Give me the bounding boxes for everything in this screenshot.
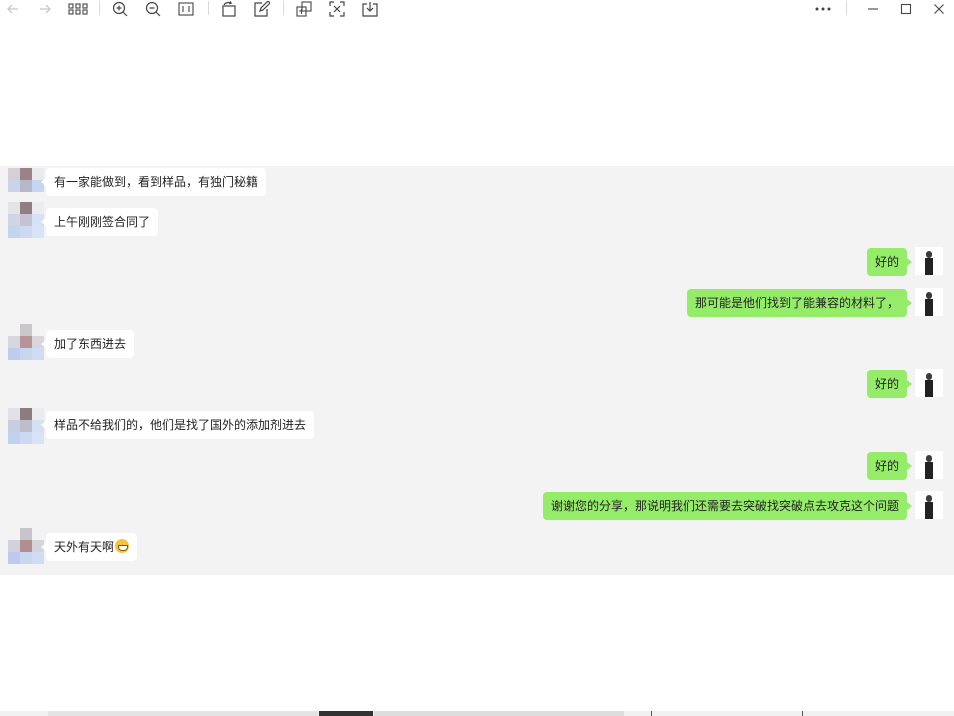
back-arrow-icon[interactable] [3, 0, 23, 18]
chat-screenshot: 有一家能做到，看到样品，有独门秘籍 上午刚刚签合同了 好的 那可能是他们找到了能… [0, 166, 954, 575]
toolbar-divider [846, 1, 847, 15]
message-bubble: 好的 [866, 370, 913, 398]
contact-avatar-blurred [8, 408, 44, 444]
user-avatar [915, 369, 943, 397]
edit-icon[interactable] [252, 0, 272, 18]
message-text: 天外有天啊 [54, 540, 115, 554]
contact-avatar-blurred [8, 202, 44, 238]
grid-icon[interactable] [68, 0, 88, 18]
message-bubble: 谢谢您的分享，那说明我们还需要去突破找突破点去攻克这个问题 [542, 492, 913, 520]
message-outgoing: 好的 [0, 247, 954, 278]
message-incoming: 样品不给我们的，他们是找了国外的添加剂进去 [0, 408, 954, 444]
forward-arrow-icon[interactable] [35, 0, 55, 18]
grin-emoji-icon [115, 539, 130, 553]
toolbar-divider [208, 1, 209, 15]
actual-size-icon[interactable] [176, 0, 196, 18]
contact-avatar-blurred [8, 168, 44, 204]
minimize-icon[interactable] [863, 0, 883, 18]
message-bubble: 好的 [866, 452, 913, 480]
image-viewer-toolbar [0, 0, 954, 18]
message-bubble: 有一家能做到，看到样品，有独门秘籍 [40, 168, 267, 196]
user-avatar [915, 288, 943, 316]
crop-icon[interactable] [327, 0, 347, 18]
user-avatar [915, 491, 943, 519]
thumbnail-strip[interactable] [0, 711, 954, 716]
contact-avatar-blurred [8, 324, 44, 360]
toolbar-divider [99, 1, 100, 15]
download-icon[interactable] [360, 0, 380, 18]
message-bubble: 那可能是他们找到了能兼容的材料了， [686, 289, 913, 317]
message-outgoing: 那可能是他们找到了能兼容的材料了， [0, 288, 954, 319]
message-incoming: 有一家能做到，看到样品，有独门秘籍 [0, 168, 954, 198]
maximize-icon[interactable] [896, 0, 916, 18]
zoom-out-icon[interactable] [143, 0, 163, 18]
message-incoming: 上午刚刚签合同了 [0, 202, 954, 238]
toolbar-divider [283, 1, 284, 15]
message-bubble: 加了东西进去 [40, 330, 135, 358]
message-bubble: 天外有天啊 [40, 533, 138, 561]
message-incoming: 加了东西进去 [0, 324, 954, 360]
close-icon[interactable] [929, 0, 949, 18]
user-avatar [915, 451, 943, 479]
message-outgoing: 好的 [0, 451, 954, 482]
user-avatar [915, 247, 943, 275]
message-incoming: 天外有天啊 [0, 528, 954, 564]
message-outgoing: 好的 [0, 369, 954, 400]
message-bubble: 好的 [866, 248, 913, 276]
message-bubble: 上午刚刚签合同了 [40, 208, 159, 236]
message-bubble: 样品不给我们的，他们是找了国外的添加剂进去 [40, 411, 315, 439]
more-icon[interactable] [813, 0, 833, 18]
copy-icon[interactable] [294, 0, 314, 18]
zoom-in-icon[interactable] [110, 0, 130, 18]
message-outgoing: 谢谢您的分享，那说明我们还需要去突破找突破点去攻克这个问题 [0, 491, 954, 522]
contact-avatar-blurred [8, 528, 44, 564]
rotate-icon[interactable] [219, 0, 239, 18]
